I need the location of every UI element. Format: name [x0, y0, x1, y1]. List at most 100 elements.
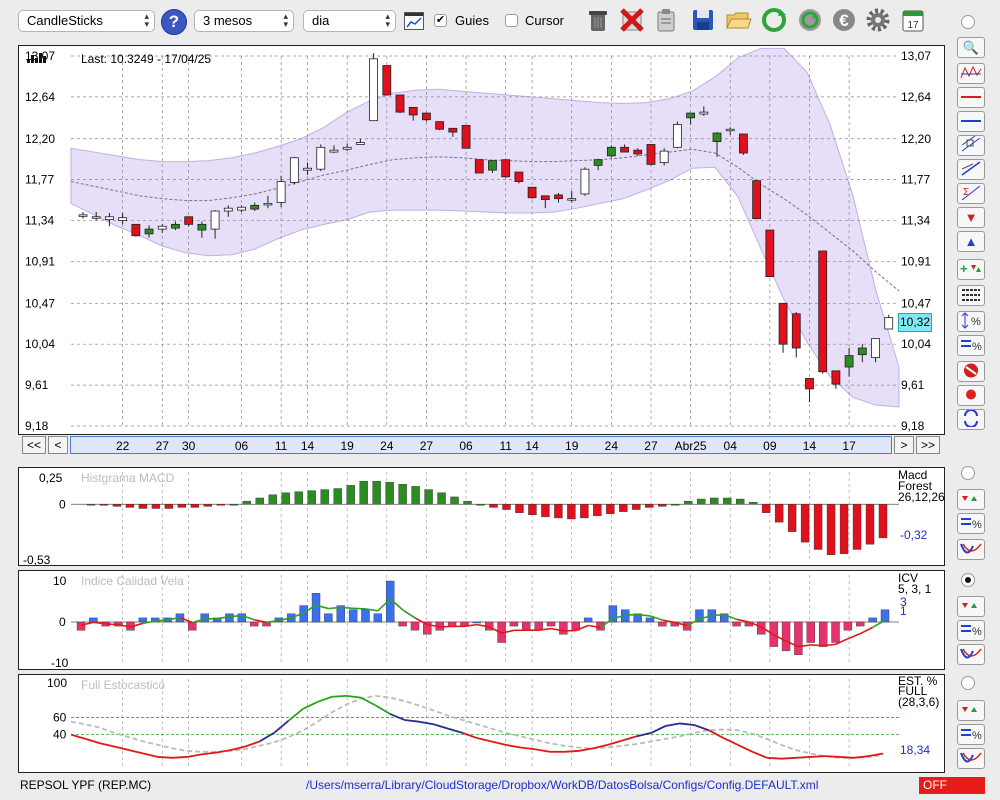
- macd-bar: [372, 480, 381, 505]
- date-tick-label: 19: [340, 439, 354, 453]
- macd-panel[interactable]: 0,25 0 -0,53 Histgrama MACD Macd Forest 26,12,…: [18, 467, 945, 566]
- sigma-trend-icon[interactable]: Σ: [957, 183, 985, 204]
- y-tick-label: 40: [53, 728, 67, 742]
- icv-wave-icon[interactable]: [957, 644, 985, 665]
- config-path-link[interactable]: /Users/mserra/Library/CloudStorage/Dropb…: [306, 778, 818, 792]
- macd-signals-icon[interactable]: [957, 489, 985, 510]
- list-lines-icon[interactable]: [957, 285, 985, 306]
- macd-bar: [164, 504, 174, 509]
- arrow-down-icon[interactable]: ▼: [957, 207, 985, 228]
- price-chart[interactable]: 13,0713,0712,6412,6412,2012,2011,7711,77…: [19, 46, 944, 434]
- open-folder-icon[interactable]: [724, 6, 752, 34]
- panel-title: Indice Calidad Vela: [81, 574, 184, 588]
- stochastic-chart: 1006040Full Estocastico EST. %FULL(28,3,6…: [47, 675, 939, 768]
- y-tick-label: 12,20: [25, 132, 55, 146]
- icv-bar: [324, 613, 333, 623]
- refresh-icon[interactable]: [760, 6, 788, 34]
- macd-bar: [839, 504, 849, 554]
- stochastic-percent-icon[interactable]: %: [957, 724, 985, 745]
- ticker-label: REPSOL YPF (REP.MC): [20, 778, 152, 792]
- macd-wave-icon[interactable]: [957, 539, 985, 560]
- macd-bar: [281, 492, 290, 505]
- reload-icon[interactable]: [796, 6, 824, 34]
- icv-signal-line: [105, 623, 119, 626]
- icv-bar: [472, 621, 482, 624]
- macd-bar: [748, 501, 758, 505]
- stochastic-k-line: [824, 755, 840, 758]
- date-tick-label: 22: [116, 439, 130, 453]
- stochastic-k-line: [520, 746, 536, 751]
- guides-checkbox[interactable]: ✔: [434, 14, 447, 27]
- stochastic-k-line: [766, 756, 782, 760]
- save-icon[interactable]: [689, 6, 717, 34]
- stochastic-k-line: [592, 744, 608, 750]
- stochastic-panel[interactable]: 100 60 40 Full Estocastico EST. % FULL (28,3,6…: [18, 674, 945, 773]
- main-chart-radio[interactable]: [961, 15, 975, 29]
- cursor-checkbox[interactable]: [505, 14, 518, 27]
- stochastic-signals-icon[interactable]: [957, 700, 985, 721]
- candle-body: [501, 159, 511, 178]
- svg-text:%: %: [972, 626, 982, 638]
- channel-icon[interactable]: [957, 135, 985, 156]
- add-signal-icon[interactable]: +: [957, 259, 985, 280]
- arrow-up-icon[interactable]: ▲: [957, 231, 985, 252]
- candle-body: [382, 65, 392, 96]
- icv-bar: [843, 621, 853, 631]
- candle-body: [448, 127, 458, 133]
- swap-icon[interactable]: [957, 409, 985, 430]
- bollinger-icon[interactable]: [957, 63, 985, 84]
- record-icon[interactable]: [957, 385, 985, 406]
- nav-next-button[interactable]: >: [894, 436, 914, 454]
- interval-select[interactable]: dia ▴ ▾: [303, 10, 396, 32]
- trash-icon[interactable]: [584, 6, 612, 34]
- icv-panel[interactable]: 10 0 -10 Indice Calidad Vela ICV 5, 3, 131: [18, 570, 945, 670]
- interval-value: dia: [312, 13, 330, 28]
- icv-bar: [534, 621, 543, 631]
- icv-radio[interactable]: [961, 573, 975, 587]
- candle-body: [131, 223, 141, 237]
- macd-bar: [268, 494, 277, 505]
- percent-lines-icon[interactable]: %: [957, 335, 985, 356]
- stop-icon[interactable]: [957, 361, 985, 382]
- stochastic-k-line: [665, 722, 681, 727]
- euro-icon[interactable]: €: [830, 6, 858, 34]
- trendline-icon[interactable]: [957, 159, 985, 180]
- period-select[interactable]: 3 mesos ▴ ▾: [194, 10, 294, 32]
- stochastic-wave-icon[interactable]: [957, 748, 985, 769]
- icv-percent-icon[interactable]: %: [957, 620, 985, 641]
- macd-bar: [800, 504, 810, 543]
- icv-bar: [856, 621, 865, 627]
- nav-first-button[interactable]: <<: [22, 436, 46, 454]
- stochastic-k-line: [810, 755, 826, 758]
- gear-icon[interactable]: [864, 6, 892, 34]
- nav-prev-button[interactable]: <: [48, 436, 68, 454]
- macd-radio[interactable]: [961, 466, 975, 480]
- horizontal-blue-line-icon[interactable]: [957, 111, 985, 132]
- candle-body: [118, 217, 128, 221]
- help-icon[interactable]: ?: [161, 9, 187, 35]
- percent-scale-icon[interactable]: %: [957, 311, 985, 332]
- icv-signal-line: [625, 613, 638, 616]
- y-tick-label: 12,64: [25, 90, 55, 104]
- candle-body: [263, 203, 273, 206]
- candle-body: [197, 223, 207, 231]
- price-chart-panel[interactable]: 13,0713,0712,6412,6412,2012,2011,7711,77…: [18, 45, 945, 435]
- nav-last-button[interactable]: >>: [916, 436, 940, 454]
- macd-percent-icon[interactable]: %: [957, 513, 985, 534]
- clipboard-icon[interactable]: [652, 6, 680, 34]
- stochastic-radio[interactable]: [961, 676, 975, 690]
- candle-body: [461, 125, 471, 149]
- delete-icon[interactable]: [618, 6, 646, 34]
- icv-signal-line: [402, 609, 416, 619]
- candle-body: [778, 302, 788, 345]
- chart-type-select[interactable]: CandleSticks ▴ ▾: [18, 10, 155, 32]
- status-off-badge[interactable]: OFF: [919, 777, 985, 794]
- date-axis-bar[interactable]: 22 27 30 06 11 14 19 24 27 06 11 14 19 24 27 Abr25 04 09 1…: [70, 436, 892, 454]
- y-tick-label-right: 12,20: [901, 132, 931, 146]
- zoom-icon[interactable]: 🔍: [957, 37, 985, 58]
- calendar-icon[interactable]: 17: [899, 6, 927, 34]
- stochastic-k-line: [708, 729, 724, 739]
- horizontal-red-line-icon[interactable]: [957, 87, 985, 108]
- chart-window-icon[interactable]: [404, 12, 424, 30]
- icv-signals-icon[interactable]: [957, 596, 985, 617]
